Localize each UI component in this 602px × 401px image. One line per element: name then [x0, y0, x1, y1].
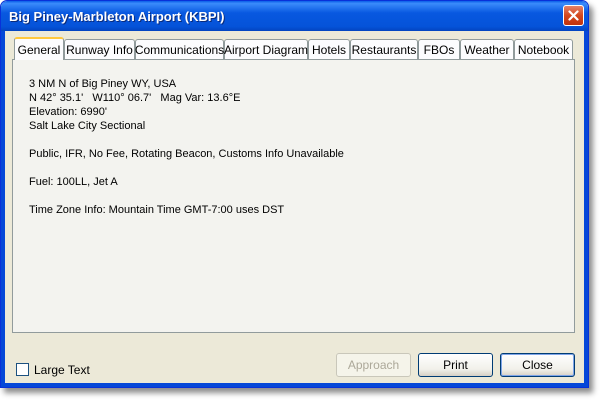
- window-title: Big Piney-Marbleton Airport (KBPI): [9, 9, 225, 24]
- tab-hotels[interactable]: Hotels: [308, 39, 350, 59]
- elevation-text: Elevation: 6990': [29, 106, 107, 118]
- timezone-text: Time Zone Info: Mountain Time GMT-7:00 u…: [29, 204, 285, 216]
- sectional-text: Salt Lake City Sectional: [29, 120, 146, 132]
- attributes-text: Public, IFR, No Fee, Rotating Beacon, Cu…: [29, 148, 344, 160]
- tab-restaurants[interactable]: Restaurants: [350, 39, 418, 59]
- close-icon: [568, 10, 579, 21]
- coordinates-text: N 42° 35.1' W110° 06.7' Mag Var: 13.6°E: [29, 92, 241, 104]
- large-text-label[interactable]: Large Text: [34, 363, 90, 377]
- tab-runway-info[interactable]: Runway Info: [64, 39, 135, 59]
- location-text: 3 NM N of Big Piney WY, USA: [29, 78, 177, 90]
- tab-notebook[interactable]: Notebook: [514, 39, 573, 59]
- tab-general[interactable]: General: [14, 37, 64, 60]
- window-border-right: [584, 31, 588, 387]
- window-border-left: [1, 31, 5, 387]
- window-close-button[interactable]: [563, 5, 584, 26]
- fuel-text: Fuel: 100LL, Jet A: [29, 176, 118, 188]
- large-text-checkbox[interactable]: [16, 363, 29, 376]
- tab-communications[interactable]: Communications: [135, 39, 224, 59]
- close-button[interactable]: Close: [500, 353, 575, 377]
- title-bar[interactable]: Big Piney-Marbleton Airport (KBPI): [1, 1, 588, 31]
- tab-airport-diagram[interactable]: Airport Diagram: [224, 39, 308, 59]
- tab-weather[interactable]: Weather: [460, 39, 514, 59]
- window-border-bottom: [1, 383, 588, 387]
- approach-button[interactable]: Approach: [336, 353, 411, 377]
- print-button[interactable]: Print: [418, 353, 493, 377]
- tab-fbos[interactable]: FBOs: [418, 39, 460, 59]
